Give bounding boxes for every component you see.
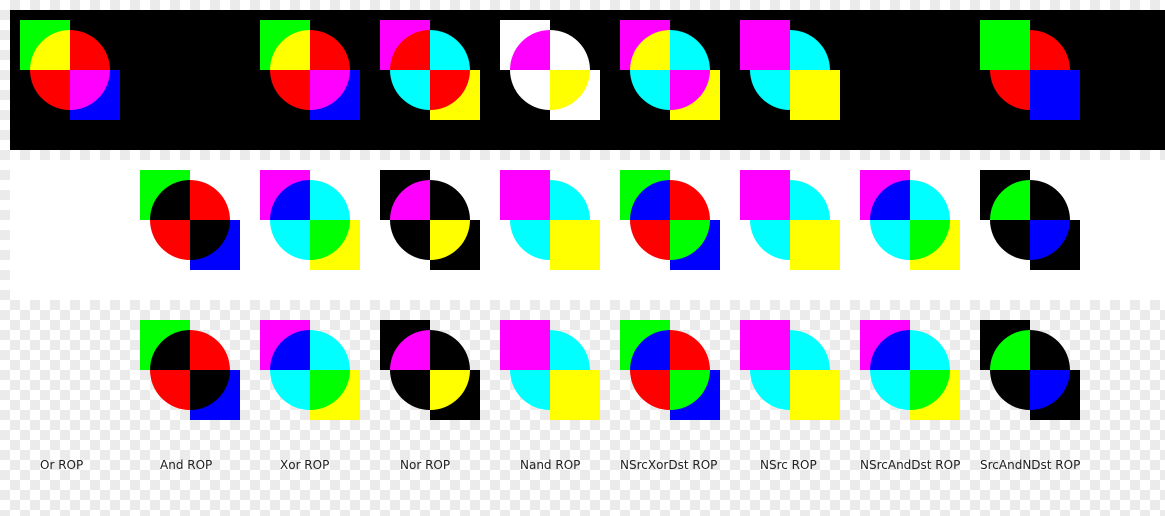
rop-sample-transparent-background-5: [500, 320, 600, 420]
rop-sample-transparent-background-6: [620, 320, 720, 420]
circle-top-right-quadrant: [310, 330, 350, 370]
label-nsrc-rop: NSrc ROP: [760, 458, 817, 472]
rop-sample-transparent-background-3: [260, 320, 360, 420]
circle-top-right-quadrant: [790, 330, 830, 370]
rop-sample-transparent-background-2: [140, 320, 240, 420]
label-and-rop: And ROP: [160, 458, 213, 472]
rop-sample-transparent-background-7: [740, 320, 840, 420]
label-xor-rop: Xor ROP: [280, 458, 330, 472]
circle-top-right-quadrant: [1030, 330, 1070, 370]
circle-bottom-left-quadrant: [270, 370, 310, 410]
circle-top-right-quadrant: [670, 330, 710, 370]
circle-bottom-left-quadrant: [390, 370, 430, 410]
label-nor-rop: Nor ROP: [400, 458, 451, 472]
rop-sample-transparent-background-4: [380, 320, 480, 420]
label-srcandndst-rop: SrcAndNDst ROP: [980, 458, 1081, 472]
circle-bottom-left-quadrant: [510, 370, 550, 410]
circle-top-right-quadrant: [910, 330, 950, 370]
rop-sample-transparent-background-9: [980, 320, 1080, 420]
circle-bottom-left-quadrant: [870, 370, 910, 410]
circle-bottom-left-quadrant: [750, 370, 790, 410]
label-nsrcxordst-rop: NSrcXorDst ROP: [620, 458, 718, 472]
circle-bottom-left-quadrant: [990, 370, 1030, 410]
circle-bottom-left-quadrant: [630, 370, 670, 410]
circle-top-right-quadrant: [190, 330, 230, 370]
circle-top-right-quadrant: [430, 330, 470, 370]
label-or-rop: Or ROP: [40, 458, 84, 472]
label-nand-rop: Nand ROP: [520, 458, 581, 472]
label-nsrcanddst-rop: NSrcAndDst ROP: [860, 458, 961, 472]
circle-top-right-quadrant: [550, 330, 590, 370]
rop-sample-transparent-background-8: [860, 320, 960, 420]
rop-demo-canvas: [10, 10, 1165, 420]
circle-bottom-left-quadrant: [150, 370, 190, 410]
